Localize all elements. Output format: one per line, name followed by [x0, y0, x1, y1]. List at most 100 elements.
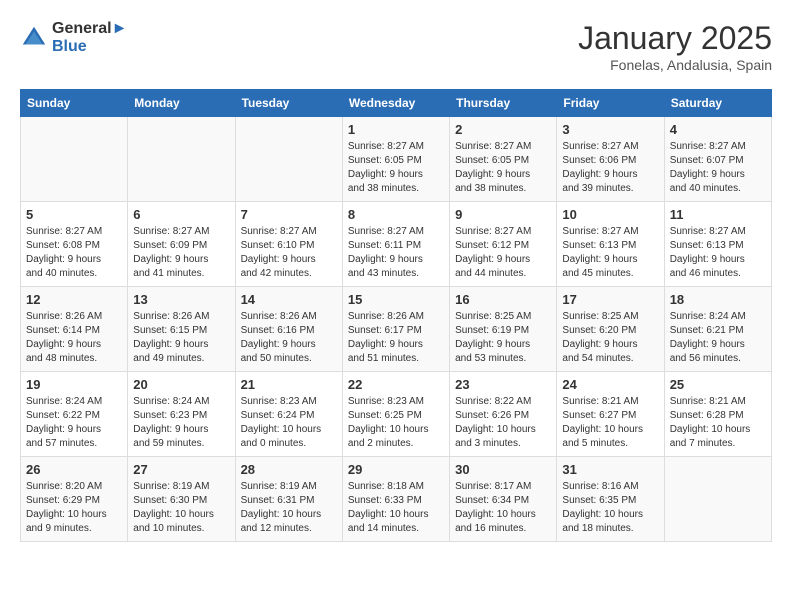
calendar-day-cell: 20Sunrise: 8:24 AM Sunset: 6:23 PM Dayli… [128, 372, 235, 457]
page-header: General► Blue January 2025 Fonelas, Anda… [20, 20, 772, 73]
day-number: 18 [670, 292, 766, 307]
calendar-table: SundayMondayTuesdayWednesdayThursdayFrid… [20, 89, 772, 542]
day-number: 6 [133, 207, 229, 222]
weekday-header-cell: Thursday [450, 90, 557, 117]
day-info: Sunrise: 8:22 AM Sunset: 6:26 PM Dayligh… [455, 395, 551, 451]
calendar-day-cell: 4 Sunrise: 8:27 AM Sunset: 6:07 PM Daylig… [664, 117, 771, 202]
calendar-day-cell: 23 Sunrise: 8:22 AM Sunset: 6:26 PM Dayli… [450, 372, 557, 457]
calendar-day-cell: 3 Sunrise: 8:27 AM Sunset: 6:06 PM Daylig… [557, 117, 664, 202]
day-number: 25 [670, 377, 766, 392]
day-number: 10 [562, 207, 658, 222]
weekday-header-cell: Saturday [664, 90, 771, 117]
day-info: Sunrise: 8:26 AM Sunset: 6:14 PM Dayligh… [26, 310, 122, 366]
month-title: January 2025 [578, 20, 772, 57]
day-number: 12 [26, 292, 122, 307]
calendar-week-row: 1 Sunrise: 8:27 AM Sunset: 6:05 PM Daylig… [21, 117, 772, 202]
day-number: 19 [26, 377, 122, 392]
logo-text: General► Blue [52, 20, 127, 56]
day-number: 17 [562, 292, 658, 307]
calendar-day-cell: 16Sunrise: 8:25 AM Sunset: 6:19 PM Dayli… [450, 287, 557, 372]
calendar-day-cell: 18 Sunrise: 8:24 AM Sunset: 6:21 PM Dayli… [664, 287, 771, 372]
day-info: Sunrise: 8:26 AM Sunset: 6:16 PM Dayligh… [241, 310, 337, 366]
calendar-week-row: 26Sunrise: 8:20 AM Sunset: 6:29 PM Dayli… [21, 457, 772, 542]
day-info: Sunrise: 8:18 AM Sunset: 6:33 PM Dayligh… [348, 480, 444, 536]
location-subtitle: Fonelas, Andalusia, Spain [578, 57, 772, 73]
calendar-day-cell [664, 457, 771, 542]
calendar-day-cell: 21 Sunrise: 8:23 AM Sunset: 6:24 PM Dayli… [235, 372, 342, 457]
day-info: Sunrise: 8:27 AM Sunset: 6:09 PM Dayligh… [133, 225, 229, 281]
day-info: Sunrise: 8:27 AM Sunset: 6:12 PM Dayligh… [455, 225, 551, 281]
calendar-day-cell: 2 Sunrise: 8:27 AM Sunset: 6:05 PM Daylig… [450, 117, 557, 202]
calendar-week-row: 19Sunrise: 8:24 AM Sunset: 6:22 PM Dayli… [21, 372, 772, 457]
weekday-header-cell: Tuesday [235, 90, 342, 117]
calendar-body: 1 Sunrise: 8:27 AM Sunset: 6:05 PM Daylig… [21, 117, 772, 542]
day-number: 11 [670, 207, 766, 222]
calendar-day-cell: 24 Sunrise: 8:21 AM Sunset: 6:27 PM Dayli… [557, 372, 664, 457]
calendar-day-cell: 26Sunrise: 8:20 AM Sunset: 6:29 PM Dayli… [21, 457, 128, 542]
weekday-header-cell: Wednesday [342, 90, 449, 117]
weekday-header-cell: Friday [557, 90, 664, 117]
day-number: 29 [348, 462, 444, 477]
day-info: Sunrise: 8:27 AM Sunset: 6:13 PM Dayligh… [670, 225, 766, 281]
weekday-header-cell: Sunday [21, 90, 128, 117]
calendar-day-cell: 6 Sunrise: 8:27 AM Sunset: 6:09 PM Daylig… [128, 202, 235, 287]
calendar-day-cell: 27Sunrise: 8:19 AM Sunset: 6:30 PM Dayli… [128, 457, 235, 542]
calendar-day-cell: 1 Sunrise: 8:27 AM Sunset: 6:05 PM Daylig… [342, 117, 449, 202]
calendar-day-cell: 30Sunrise: 8:17 AM Sunset: 6:34 PM Dayli… [450, 457, 557, 542]
day-number: 2 [455, 122, 551, 137]
day-info: Sunrise: 8:16 AM Sunset: 6:35 PM Dayligh… [562, 480, 658, 536]
day-info: Sunrise: 8:19 AM Sunset: 6:31 PM Dayligh… [241, 480, 337, 536]
day-number: 4 [670, 122, 766, 137]
day-number: 16 [455, 292, 551, 307]
calendar-day-cell: 9Sunrise: 8:27 AM Sunset: 6:12 PM Daylig… [450, 202, 557, 287]
day-number: 13 [133, 292, 229, 307]
day-info: Sunrise: 8:27 AM Sunset: 6:11 PM Dayligh… [348, 225, 444, 281]
calendar-week-row: 5Sunrise: 8:27 AM Sunset: 6:08 PM Daylig… [21, 202, 772, 287]
day-number: 24 [562, 377, 658, 392]
logo: General► Blue [20, 20, 127, 56]
day-info: Sunrise: 8:27 AM Sunset: 6:07 PM Dayligh… [670, 140, 766, 196]
day-number: 28 [241, 462, 337, 477]
calendar-day-cell: 11 Sunrise: 8:27 AM Sunset: 6:13 PM Dayli… [664, 202, 771, 287]
calendar-day-cell: 14 Sunrise: 8:26 AM Sunset: 6:16 PM Dayli… [235, 287, 342, 372]
day-number: 1 [348, 122, 444, 137]
day-info: Sunrise: 8:23 AM Sunset: 6:24 PM Dayligh… [241, 395, 337, 451]
calendar-day-cell: 13 Sunrise: 8:26 AM Sunset: 6:15 PM Dayli… [128, 287, 235, 372]
calendar-day-cell: 22Sunrise: 8:23 AM Sunset: 6:25 PM Dayli… [342, 372, 449, 457]
day-number: 15 [348, 292, 444, 307]
logo-icon [20, 24, 48, 52]
day-number: 3 [562, 122, 658, 137]
day-number: 26 [26, 462, 122, 477]
day-info: Sunrise: 8:27 AM Sunset: 6:05 PM Dayligh… [348, 140, 444, 196]
calendar-day-cell [128, 117, 235, 202]
day-info: Sunrise: 8:19 AM Sunset: 6:30 PM Dayligh… [133, 480, 229, 536]
day-info: Sunrise: 8:27 AM Sunset: 6:13 PM Dayligh… [562, 225, 658, 281]
day-number: 8 [348, 207, 444, 222]
day-number: 20 [133, 377, 229, 392]
day-info: Sunrise: 8:23 AM Sunset: 6:25 PM Dayligh… [348, 395, 444, 451]
day-number: 21 [241, 377, 337, 392]
day-number: 7 [241, 207, 337, 222]
calendar-day-cell: 10 Sunrise: 8:27 AM Sunset: 6:13 PM Dayli… [557, 202, 664, 287]
calendar-day-cell: 5Sunrise: 8:27 AM Sunset: 6:08 PM Daylig… [21, 202, 128, 287]
day-info: Sunrise: 8:24 AM Sunset: 6:21 PM Dayligh… [670, 310, 766, 366]
day-info: Sunrise: 8:21 AM Sunset: 6:27 PM Dayligh… [562, 395, 658, 451]
day-info: Sunrise: 8:27 AM Sunset: 6:05 PM Dayligh… [455, 140, 551, 196]
calendar-day-cell: 17 Sunrise: 8:25 AM Sunset: 6:20 PM Dayli… [557, 287, 664, 372]
day-number: 23 [455, 377, 551, 392]
weekday-header-cell: Monday [128, 90, 235, 117]
calendar-day-cell: 8 Sunrise: 8:27 AM Sunset: 6:11 PM Daylig… [342, 202, 449, 287]
calendar-day-cell: 19Sunrise: 8:24 AM Sunset: 6:22 PM Dayli… [21, 372, 128, 457]
day-info: Sunrise: 8:27 AM Sunset: 6:08 PM Dayligh… [26, 225, 122, 281]
day-info: Sunrise: 8:27 AM Sunset: 6:10 PM Dayligh… [241, 225, 337, 281]
day-number: 14 [241, 292, 337, 307]
day-info: Sunrise: 8:25 AM Sunset: 6:20 PM Dayligh… [562, 310, 658, 366]
title-block: January 2025 Fonelas, Andalusia, Spain [578, 20, 772, 73]
day-info: Sunrise: 8:21 AM Sunset: 6:28 PM Dayligh… [670, 395, 766, 451]
day-info: Sunrise: 8:27 AM Sunset: 6:06 PM Dayligh… [562, 140, 658, 196]
calendar-day-cell: 15Sunrise: 8:26 AM Sunset: 6:17 PM Dayli… [342, 287, 449, 372]
day-info: Sunrise: 8:26 AM Sunset: 6:15 PM Dayligh… [133, 310, 229, 366]
day-number: 31 [562, 462, 658, 477]
calendar-day-cell: 31 Sunrise: 8:16 AM Sunset: 6:35 PM Dayli… [557, 457, 664, 542]
calendar-day-cell: 7 Sunrise: 8:27 AM Sunset: 6:10 PM Daylig… [235, 202, 342, 287]
